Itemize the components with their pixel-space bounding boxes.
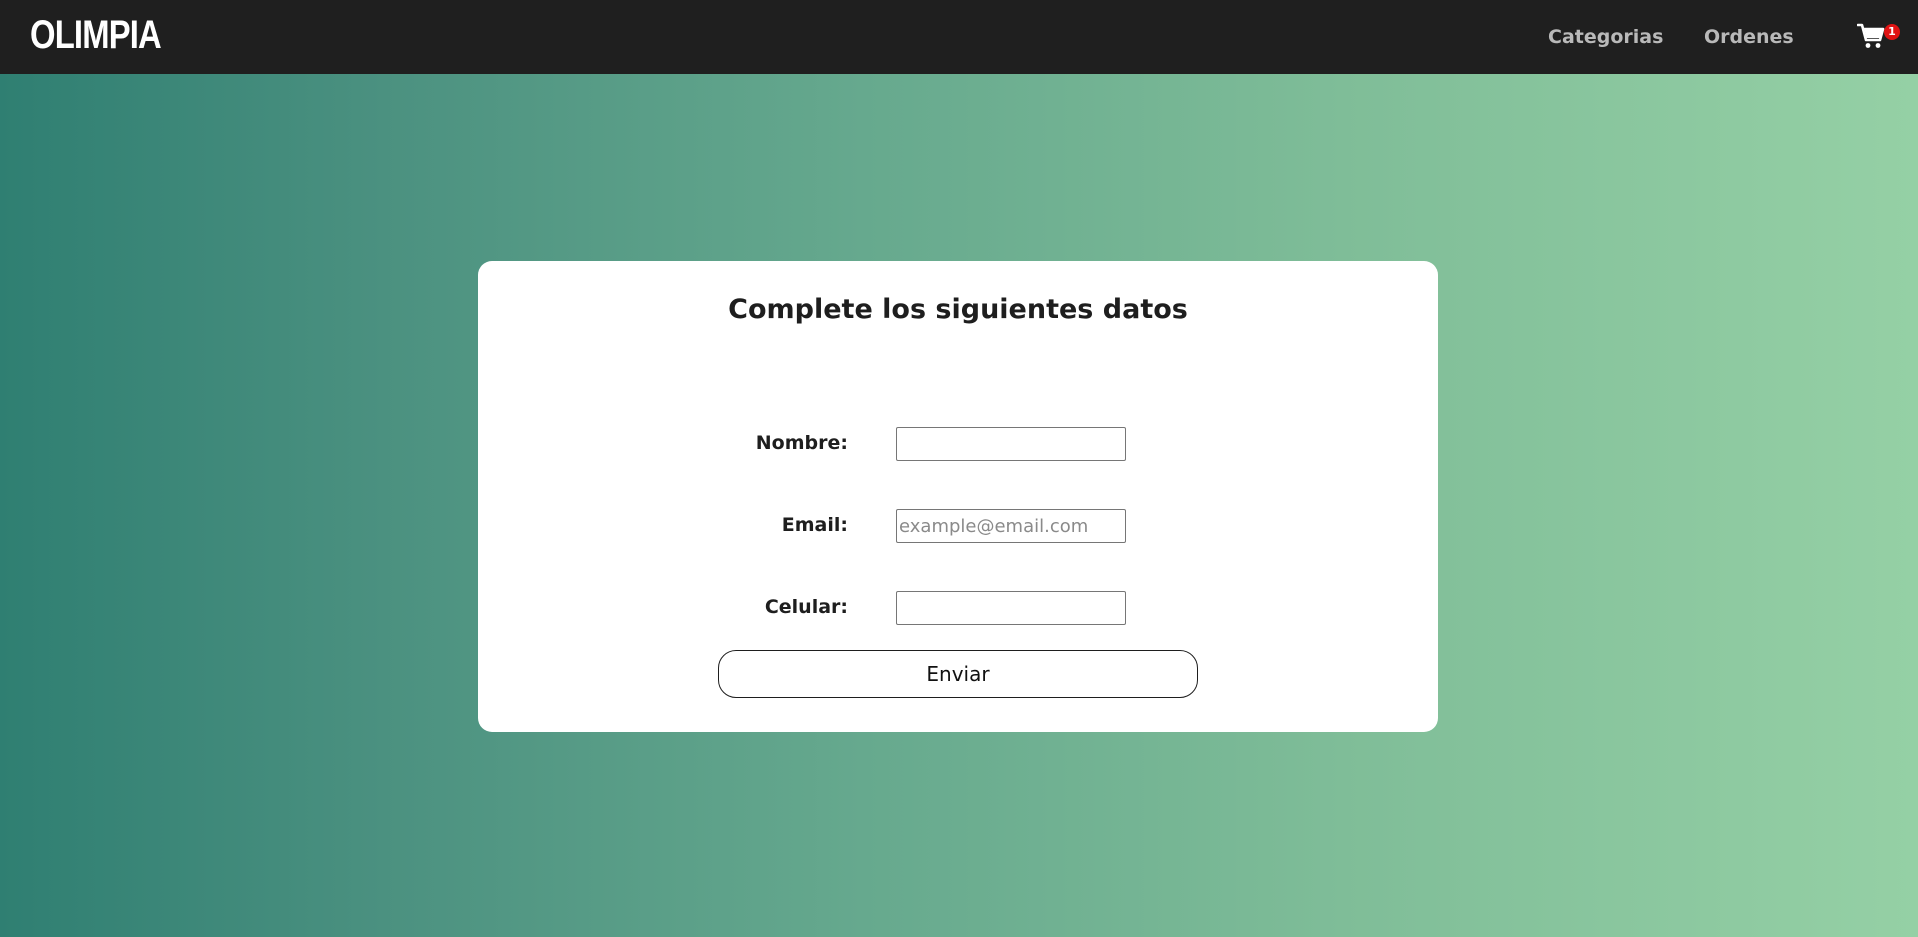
nav-link-categorias[interactable]: Categorias	[1548, 24, 1663, 50]
email-input[interactable]	[896, 509, 1126, 543]
cart-button[interactable]: 1	[1857, 20, 1900, 54]
nav-link-ordenes[interactable]: Ordenes	[1704, 24, 1794, 50]
form-card: Complete los siguientes datos Nombre: Em…	[478, 261, 1438, 732]
nombre-input[interactable]	[896, 427, 1126, 461]
submit-button[interactable]: Enviar	[718, 650, 1198, 698]
cart-count-badge: 1	[1884, 24, 1900, 40]
celular-input[interactable]	[896, 591, 1126, 625]
celular-label: Celular:	[764, 596, 848, 618]
form-title: Complete los siguientes datos	[728, 294, 1188, 325]
email-label: Email:	[781, 514, 848, 536]
shopping-cart-icon	[1857, 23, 1885, 48]
navbar: OLIMPIA Categorias Ordenes 1	[0, 0, 1918, 74]
brand-logo[interactable]: OLIMPIA	[30, 13, 162, 57]
nombre-label: Nombre:	[755, 432, 848, 454]
